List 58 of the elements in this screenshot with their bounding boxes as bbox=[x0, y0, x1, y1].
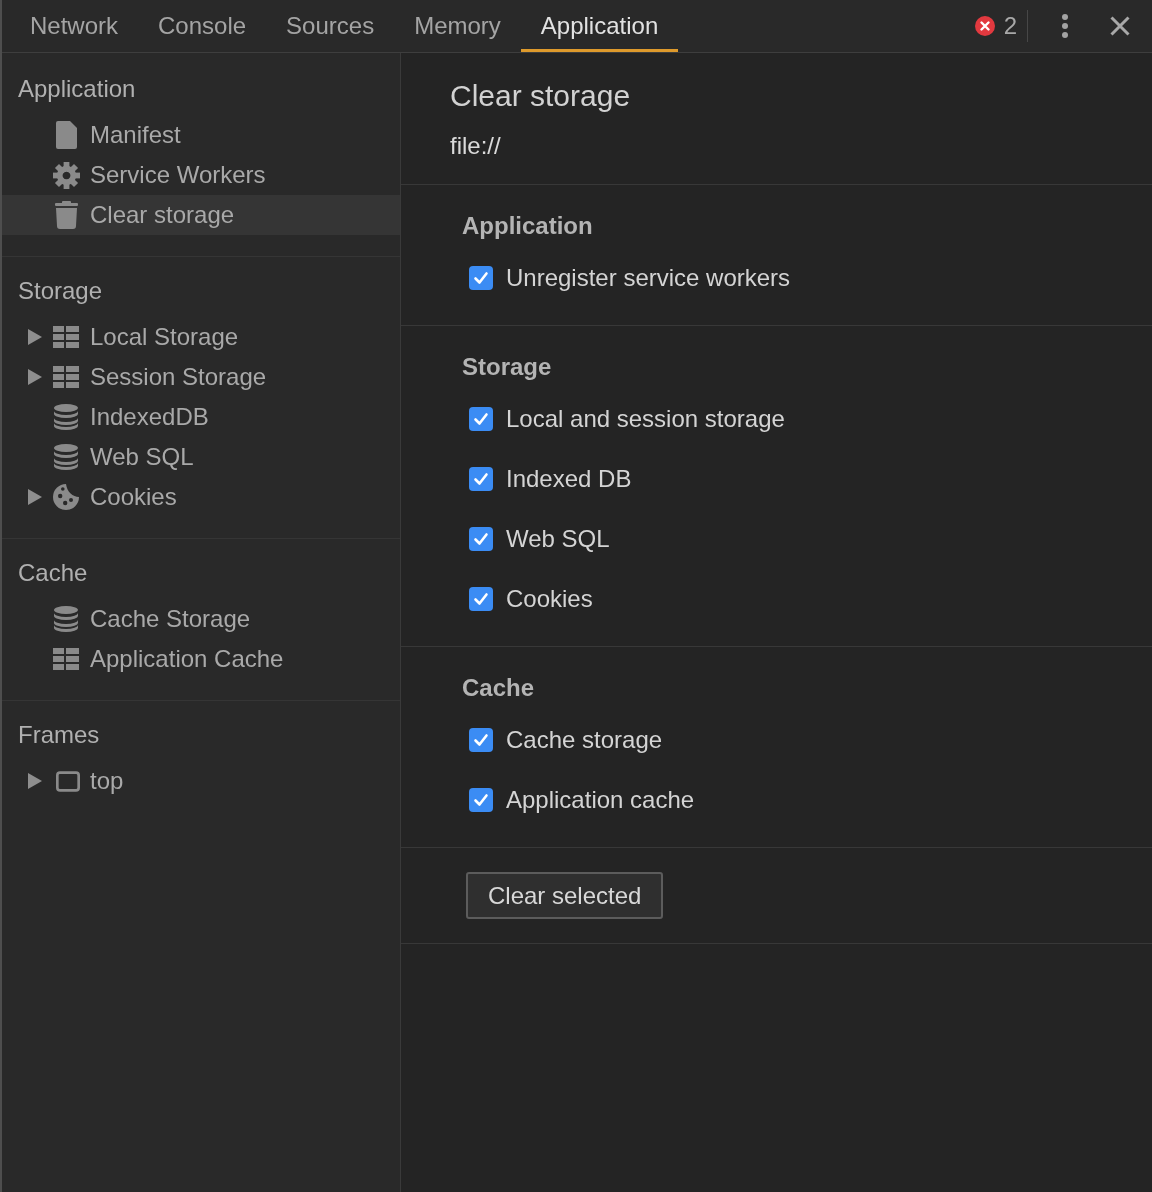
table-icon bbox=[53, 326, 79, 348]
gear-icon bbox=[52, 161, 80, 189]
checkbox[interactable] bbox=[469, 728, 493, 752]
checkbox[interactable] bbox=[469, 467, 493, 491]
checkbox-label[interactable]: Unregister service workers bbox=[506, 264, 791, 292]
database-icon bbox=[54, 444, 78, 470]
sidebar-item[interactable]: Session Storage bbox=[2, 357, 400, 397]
checkbox-label[interactable]: Web SQL bbox=[506, 525, 610, 553]
section-heading: Cache bbox=[462, 675, 535, 701]
checkbox[interactable] bbox=[469, 527, 493, 551]
checkbox-label[interactable]: Application cache bbox=[506, 786, 695, 814]
tab[interactable]: Network bbox=[10, 0, 139, 52]
more-menu-icon[interactable] bbox=[1062, 14, 1068, 38]
sidebar-item[interactable]: Web SQL bbox=[2, 437, 400, 477]
panel-title: Clear storage bbox=[450, 78, 631, 114]
database-icon bbox=[54, 606, 78, 632]
checkbox-label[interactable]: Local and session storage bbox=[506, 405, 785, 433]
sidebar-item[interactable]: Application Cache bbox=[2, 639, 400, 679]
sidebar-section-heading: Storage bbox=[17, 278, 104, 304]
table-icon bbox=[53, 366, 79, 388]
disclosure-triangle-icon[interactable] bbox=[28, 773, 42, 789]
origin-url: file:// bbox=[450, 132, 501, 160]
sidebar-section-heading: Application bbox=[17, 76, 137, 102]
checkbox[interactable] bbox=[469, 407, 493, 431]
section-heading: Storage bbox=[462, 354, 552, 380]
sidebar-item[interactable]: Clear storage bbox=[2, 195, 400, 235]
checkbox-label[interactable]: Indexed DB bbox=[506, 465, 632, 493]
checkbox[interactable] bbox=[469, 266, 493, 290]
database-icon bbox=[54, 404, 78, 430]
cookie-icon bbox=[53, 484, 79, 510]
sidebar-item[interactable]: Local Storage bbox=[2, 317, 400, 357]
clear-button[interactable]: Clear selected bbox=[466, 872, 664, 919]
checkbox[interactable] bbox=[469, 587, 493, 611]
error-icon[interactable] bbox=[974, 16, 995, 36]
sidebar-item[interactable]: Cache Storage bbox=[2, 599, 400, 639]
section-heading: Application bbox=[462, 213, 593, 239]
window-frame-icon bbox=[56, 769, 80, 793]
sidebar-item[interactable]: Cookies bbox=[2, 477, 400, 517]
sidebar-item[interactable]: Manifest bbox=[2, 115, 400, 155]
sidebar-item[interactable]: IndexedDB bbox=[2, 397, 400, 437]
checkbox-label[interactable]: Cookies bbox=[506, 585, 593, 613]
disclosure-triangle-icon[interactable] bbox=[28, 489, 42, 505]
checkbox[interactable] bbox=[469, 788, 493, 812]
trash-icon bbox=[54, 201, 78, 229]
sidebar-section-heading: Frames bbox=[17, 722, 101, 748]
document-icon bbox=[55, 121, 77, 149]
tab[interactable]: Memory bbox=[394, 0, 521, 52]
disclosure-triangle-icon[interactable] bbox=[28, 369, 42, 385]
sidebar-item[interactable]: top bbox=[2, 761, 400, 801]
table-icon bbox=[53, 648, 79, 670]
checkbox-label[interactable]: Cache storage bbox=[506, 726, 663, 754]
sidebar-item[interactable]: Service Workers bbox=[2, 155, 400, 195]
error-count[interactable]: 2 bbox=[1003, 12, 1017, 40]
tab[interactable]: Console bbox=[138, 0, 267, 52]
tab[interactable]: Sources bbox=[266, 0, 395, 52]
disclosure-triangle-icon[interactable] bbox=[28, 329, 42, 345]
sidebar-section-heading: Cache bbox=[17, 560, 89, 586]
close-icon[interactable] bbox=[1110, 16, 1130, 36]
